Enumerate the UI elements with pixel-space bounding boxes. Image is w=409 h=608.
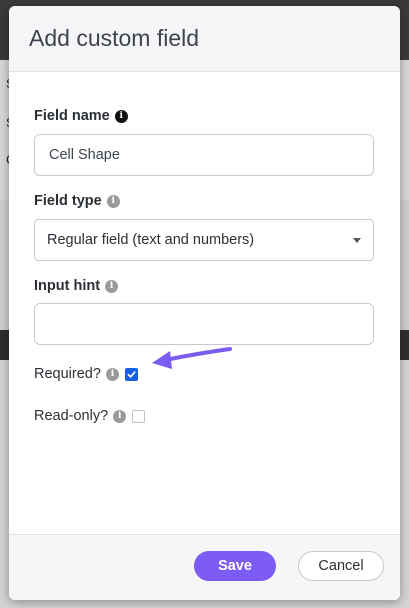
required-row: Required? i [34, 366, 138, 382]
modal-title: Add custom field [29, 25, 200, 51]
cancel-button[interactable]: Cancel [298, 551, 384, 581]
save-button[interactable]: Save [194, 551, 276, 581]
add-custom-field-modal: Add custom field Field name i Cell Shape… [9, 6, 400, 600]
field-name-label-row: Field name i [34, 108, 128, 124]
info-icon[interactable]: i [113, 409, 127, 423]
modal-footer: Save Cancel [9, 534, 400, 600]
modal-header: Add custom field [9, 6, 400, 72]
input-hint-label: Input hint [34, 278, 101, 294]
field-type-select[interactable]: Regular field (text and numbers) [34, 219, 374, 261]
input-hint-input[interactable] [34, 303, 374, 345]
modal-body: Field name i Cell Shape Field type i Reg… [9, 72, 400, 532]
required-checkbox[interactable] [124, 367, 138, 381]
info-icon[interactable]: i [105, 367, 119, 381]
required-label: Required? [34, 366, 101, 382]
field-name-input[interactable]: Cell Shape [34, 134, 374, 176]
field-type-label-row: Field type i [34, 193, 120, 209]
info-icon[interactable]: i [106, 194, 120, 208]
info-icon[interactable]: i [114, 109, 128, 123]
read-only-checkbox[interactable] [132, 409, 146, 423]
chevron-down-icon [353, 237, 361, 243]
check-icon [127, 370, 136, 378]
field-type-label: Field type [34, 193, 102, 209]
read-only-label: Read-only? [34, 408, 109, 424]
info-icon[interactable]: i [105, 279, 119, 293]
read-only-row: Read-only? i [34, 408, 146, 424]
field-name-value: Cell Shape [49, 147, 120, 163]
field-type-selected: Regular field (text and numbers) [47, 232, 255, 248]
input-hint-label-row: Input hint i [34, 278, 119, 294]
arrow-icon [152, 347, 232, 369]
field-name-label: Field name [34, 108, 110, 124]
